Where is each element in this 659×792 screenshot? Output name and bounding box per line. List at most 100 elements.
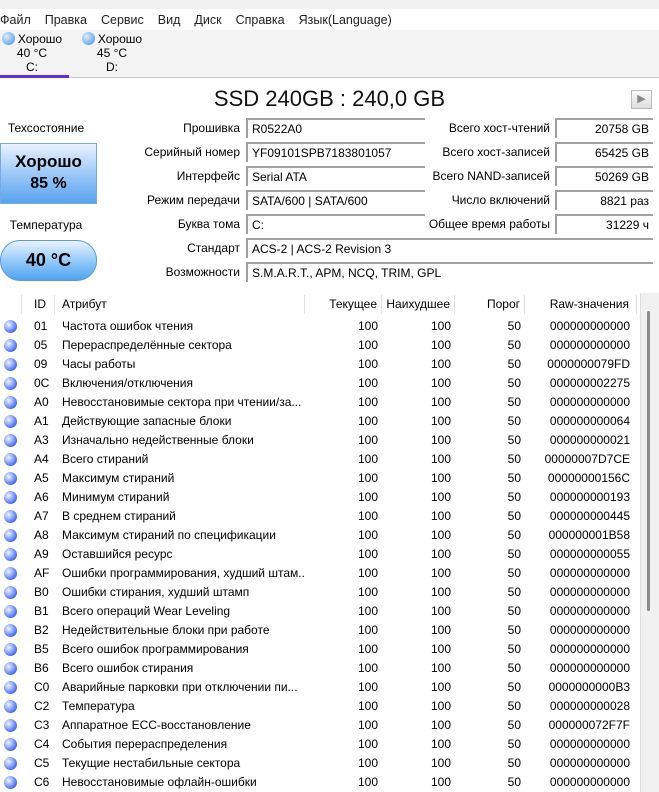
cell: 000000000000 (549, 661, 630, 675)
table-row[interactable]: A4 Всего стираний 100 100 50 00000007D7CE (0, 450, 640, 469)
menu-item[interactable]: Справка (229, 13, 292, 27)
cell: 000000000000 (549, 585, 630, 599)
column-header[interactable]: Наихудшее (382, 295, 455, 314)
cell: 09 (34, 357, 48, 371)
cell: 50 (507, 585, 521, 599)
menu-item[interactable]: Сервис (94, 13, 151, 27)
cell: 100 (430, 680, 451, 694)
cell: 00000007D7CE (544, 452, 630, 466)
disk-tab[interactable]: Хорошо 40 °C C: (0, 32, 69, 78)
disk-status: Хорошо (97, 32, 143, 46)
table-row[interactable]: C5 Текущие нестабильные сектора 100 100 50 00… (0, 754, 640, 773)
table-row[interactable]: 0C Включения/отключения 100 100 50 0000000022… (0, 374, 640, 393)
cell: A6 (34, 490, 49, 504)
table-row[interactable]: C3 Аппаратное ECC-восстановление 100 100 50 0… (0, 716, 640, 735)
cell: 100 (430, 414, 451, 428)
status-cell (0, 393, 22, 412)
cell: Ошибки программирования, худший штам... (62, 566, 305, 580)
column-header[interactable]: ID (22, 295, 55, 314)
vertical-scrollbar[interactable] (640, 293, 659, 792)
status-cell (0, 583, 22, 602)
info-label: Буква тома (177, 217, 240, 231)
table-row[interactable]: A9 Оставшийся ресурс 100 100 50 000000000055 (0, 545, 640, 564)
next-drive-button[interactable]: ▶ (631, 90, 652, 109)
cell: A5 (34, 471, 49, 485)
table-row[interactable]: A0 Невосстановимые сектора при чтении/за.… (0, 393, 640, 412)
table-row[interactable]: B6 Всего ошибок стирания 100 100 50 000000000… (0, 659, 640, 678)
cell: C2 (34, 699, 50, 713)
menu-item[interactable]: Правка (38, 13, 94, 27)
cell: 100 (357, 756, 378, 770)
cell: C3 (34, 718, 50, 732)
health-percent: 85 % (30, 175, 67, 192)
status-cell (0, 526, 22, 545)
cell: 100 (357, 623, 378, 637)
cell: 100 (357, 642, 378, 656)
cell: 100 (430, 376, 451, 390)
cell: 100 (357, 319, 378, 333)
cell: 000000000000 (549, 604, 630, 618)
status-ball-icon (4, 586, 17, 599)
info-label: Интерфейс (176, 169, 240, 183)
table-row[interactable]: C4 События перераспределения 100 100 50 00000… (0, 735, 640, 754)
info-value: C: (246, 214, 425, 234)
menu-item[interactable]: Файл (0, 13, 38, 27)
status-cell (0, 355, 22, 374)
status-ball-icon (4, 662, 17, 675)
cell: 50 (507, 604, 521, 618)
scrollbar-thumb[interactable] (647, 311, 650, 611)
table-row[interactable]: A3 Изначально недейственные блоки 100 100 50… (0, 431, 640, 450)
cell: A1 (34, 414, 49, 428)
cell: 50 (507, 452, 521, 466)
table-row[interactable]: B0 Ошибки стирания, худший штамп 100 100 50 0… (0, 583, 640, 602)
cell: 000000000028 (549, 699, 630, 713)
cell: 100 (430, 471, 451, 485)
status-cell (0, 697, 22, 716)
table-row[interactable]: C2 Температура 100 100 50 000000000028 (0, 697, 640, 716)
column-header[interactable]: Raw-значения (525, 295, 637, 314)
status-ball-icon (4, 472, 17, 485)
table-row[interactable]: B1 Всего операций Wear Leveling 100 100 50 00… (0, 602, 640, 621)
cell: 100 (430, 661, 451, 675)
temperature-button[interactable]: 40 °C (0, 240, 97, 281)
cell: Изначально недейственные блоки (62, 433, 254, 447)
cell: 50 (507, 471, 521, 485)
table-row[interactable]: C0 Аварийные парковки при отключении пи..… (0, 678, 640, 697)
status-cell (0, 374, 22, 393)
table-row[interactable]: B2 Недействительные блоки при работе 100 10… (0, 621, 640, 640)
table-row[interactable]: B5 Всего ошибок программирования 100 100 50 0… (0, 640, 640, 659)
status-cell (0, 735, 22, 754)
column-header[interactable]: Порог (455, 295, 525, 314)
table-row[interactable]: 01 Частота ошибок чтения 100 100 50 000000000… (0, 317, 640, 336)
status-dot-icon (1, 32, 15, 45)
table-row[interactable]: A1 Действующие запасные блоки 100 100 50 0000… (0, 412, 640, 431)
cell: 100 (430, 547, 451, 561)
table-row[interactable]: 05 Перераспределённые сектора 100 100 50 0000… (0, 336, 640, 355)
disk-tab[interactable]: Хорошо 45 °C D: (75, 32, 149, 78)
cell: 00000000156C (547, 471, 630, 485)
menu-item[interactable]: Язык(Language) (292, 13, 399, 27)
status-ball-icon (4, 339, 17, 352)
cell: 100 (357, 452, 378, 466)
cell: AF (34, 566, 50, 580)
drive-model-title: SSD 240GB : 240,0 GB (213, 86, 446, 111)
table-row[interactable]: A7 В среднем стираний 100 100 50 000000000445 (0, 507, 640, 526)
column-header[interactable]: Атрибут (55, 295, 305, 314)
table-row[interactable]: A6 Минимум стираний 100 100 50 000000000193 (0, 488, 640, 507)
table-row[interactable]: C6 Невосстановимые офлайн-ошибки 100 100 50 0… (0, 773, 640, 792)
cell: 50 (507, 319, 521, 333)
table-row[interactable]: 09 Часы работы 100 100 50 0000000079FD (0, 355, 640, 374)
table-row[interactable]: A5 Максимум стираний 100 100 50 00000000156C (0, 469, 640, 488)
status-ball-icon (4, 529, 17, 542)
table-row[interactable]: A8 Максимум стираний по спецификации 100 10… (0, 526, 640, 545)
status-cell (0, 336, 22, 355)
cell: Аппаратное ECC-восстановление (62, 718, 251, 732)
table-row[interactable]: AF Ошибки программирования, худший штам..… (0, 564, 640, 583)
disk-temp: 40 °C (16, 46, 48, 60)
column-header[interactable]: Текущее (305, 295, 382, 314)
cell: 100 (430, 718, 451, 732)
cell: 100 (357, 433, 378, 447)
menu-item[interactable]: Диск (187, 13, 228, 27)
health-status-button[interactable]: Хорошо 85 % (0, 143, 97, 204)
menu-item[interactable]: Вид (151, 13, 188, 27)
